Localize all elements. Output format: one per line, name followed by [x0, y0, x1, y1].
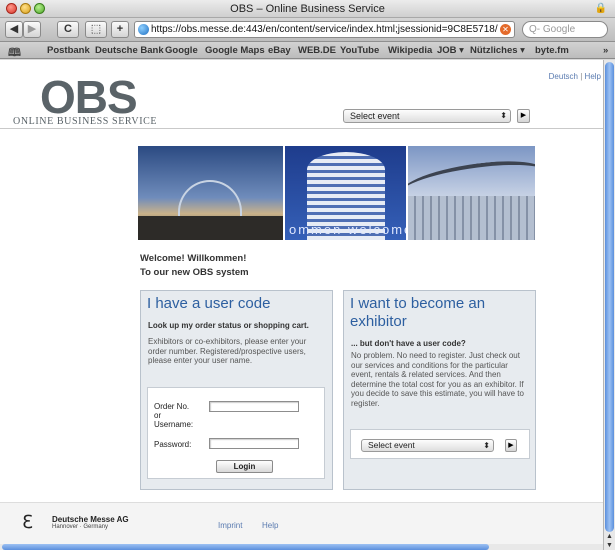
tab-overview-button[interactable]: ⬚ — [85, 21, 107, 38]
globe-icon — [138, 24, 149, 35]
banner-photo-expo-roof — [138, 146, 283, 240]
address-url: https://obs.messe.de:443/en/content/serv… — [151, 24, 498, 35]
bookmark-item[interactable]: Nützliches ▾ — [470, 45, 525, 56]
dome-shape — [178, 180, 242, 216]
updown-arrows-icon: ⬍ — [500, 111, 507, 120]
banner-photo-tower: ommen welcome — [285, 146, 406, 240]
exhibitor-description: No problem. No need to register. Just ch… — [351, 351, 524, 408]
company-location: Hannover · Germany — [52, 524, 109, 530]
search-input[interactable]: Q- Google — [522, 21, 608, 38]
header-divider — [0, 128, 603, 129]
reload-button[interactable]: C — [57, 21, 79, 38]
welcome-line-1: Welcome! Willkommen! — [140, 253, 247, 264]
glass-facade — [408, 196, 535, 240]
bookmark-item[interactable]: JOB ▾ — [437, 45, 464, 56]
bookmarks-overflow-icon[interactable]: » — [603, 45, 608, 56]
exhibitor-box: I want to become an exhibitor ... but do… — [343, 290, 536, 490]
horizontal-scroll-thumb[interactable] — [2, 544, 489, 550]
username-field[interactable] — [209, 401, 299, 412]
exhibitor-subtitle: ... but don't have a user code? — [351, 339, 466, 348]
banner-welcome-text: ommen welcome — [289, 222, 406, 237]
bookmark-item[interactable]: YouTube — [340, 45, 379, 56]
logo-subtitle: ONLINE BUSINESS SERVICE — [13, 116, 158, 127]
vertical-scrollbar[interactable]: ▲ ▼ — [603, 60, 615, 550]
banner-photo-hall — [408, 146, 535, 240]
bookmark-item[interactable]: byte.fm — [535, 45, 569, 56]
horizontal-scrollbar[interactable] — [0, 544, 603, 550]
deutsche-messe-logo-icon[interactable]: ℇ — [22, 512, 33, 533]
company-name: Deutsche Messe AG — [52, 515, 129, 524]
window-title: OBS – Online Business Service — [230, 3, 385, 15]
exhibitor-event-panel: Select event ⬍ ▶ — [350, 429, 530, 459]
vertical-scroll-thumb[interactable] — [605, 62, 614, 532]
select-event-value: Select event — [350, 111, 400, 121]
password-field[interactable] — [209, 438, 299, 449]
exhibitor-select-event-value: Select event — [368, 440, 415, 450]
language-link-deutsch[interactable]: Deutsch — [549, 72, 578, 81]
obs-logo[interactable]: OBS — [40, 74, 138, 120]
address-bar[interactable]: https://obs.messe.de:443/en/content/serv… — [134, 21, 515, 38]
select-event-dropdown[interactable]: Select event ⬍ — [343, 109, 511, 123]
password-label: Password: — [154, 440, 192, 449]
page-content: OBS ONLINE BUSINESS SERVICE Deutsch | He… — [0, 60, 603, 544]
footer-help-link[interactable]: Help — [262, 521, 278, 530]
lock-icon: 🔒 — [594, 3, 607, 14]
ground-shape — [138, 216, 283, 240]
welcome-line-2: To our new OBS system — [140, 267, 249, 278]
go-button[interactable]: ▶ — [517, 109, 530, 123]
bookmarks-bar: 🕮 Postbank Deutsche Bank Google Google M… — [0, 42, 615, 59]
bookmark-item[interactable]: Google — [165, 45, 198, 56]
browser-toolbar: ◀ ▶ C ⬚ + https://obs.messe.de:443/en/co… — [0, 18, 615, 42]
scroll-arrows-icon[interactable]: ▲ ▼ — [604, 532, 615, 550]
window-titlebar: OBS – Online Business Service 🔒 — [0, 0, 615, 18]
login-button[interactable]: Login — [216, 460, 273, 473]
welcome-text: Welcome! Willkommen! To our new OBS syst… — [140, 252, 249, 280]
bookmark-item[interactable]: Postbank — [47, 45, 90, 56]
banner: ommen welcome — [138, 146, 535, 240]
user-code-subtitle: Look up my order status or shopping cart… — [148, 321, 309, 330]
username-label: Username: — [154, 420, 194, 429]
login-form: Order No. or Username: Password: Login — [147, 387, 325, 479]
user-code-title: I have a user code — [147, 295, 271, 312]
separator: | — [580, 72, 583, 81]
or-label: or — [154, 411, 162, 420]
exhibitor-title: I want to become an exhibitor — [350, 295, 486, 330]
help-link[interactable]: Help — [585, 72, 601, 81]
exhibitor-go-button[interactable]: ▶ — [505, 439, 517, 452]
bookmark-item[interactable]: Wikipedia — [388, 45, 432, 56]
footer: ℇ Deutsche Messe AG Hannover · Germany I… — [0, 502, 603, 544]
user-code-description: Exhibitors or co-exhibitors, please ente… — [148, 337, 307, 365]
forward-button[interactable]: ▶ — [23, 21, 41, 38]
user-code-box: I have a user code Look up my order stat… — [140, 290, 333, 490]
exhibitor-select-event-dropdown[interactable]: Select event ⬍ — [361, 439, 494, 452]
stop-icon[interactable]: ✕ — [500, 24, 511, 35]
bookmark-item[interactable]: Google Maps — [205, 45, 265, 56]
add-bookmark-button[interactable]: + — [111, 21, 129, 38]
back-button[interactable]: ◀ — [5, 21, 23, 38]
top-links: Deutsch | Help — [549, 72, 601, 81]
bookmark-item[interactable]: WEB.DE — [298, 45, 336, 56]
bookmark-item[interactable]: Deutsche Bank — [95, 45, 164, 56]
imprint-link[interactable]: Imprint — [218, 521, 242, 530]
bookmark-item[interactable]: eBay — [268, 45, 291, 56]
updown-arrows-icon: ⬍ — [483, 441, 490, 450]
order-no-label: Order No. — [154, 402, 190, 411]
